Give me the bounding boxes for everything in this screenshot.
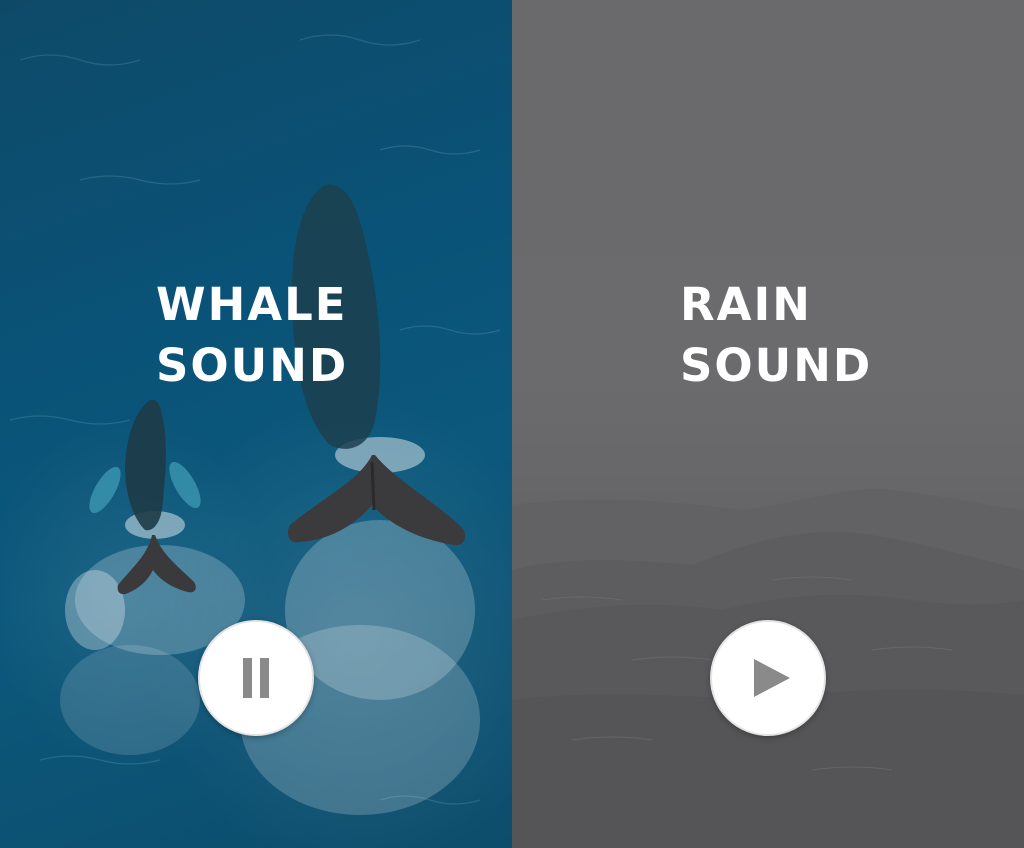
sound-app: WHALE SOUND RAIN SOUND — [0, 0, 1024, 848]
rain-sound-panel[interactable]: RAIN SOUND — [512, 0, 1024, 848]
whale-title-line-1: WHALE — [156, 278, 348, 331]
whale-title-line-2: SOUND — [156, 339, 349, 392]
play-icon — [754, 659, 790, 697]
rain-title-line-2: SOUND — [680, 339, 873, 392]
rain-title-line-1: RAIN — [680, 278, 812, 331]
whale-pause-button[interactable] — [198, 620, 314, 736]
whale-sound-title: WHALE SOUND — [156, 274, 348, 396]
pause-icon — [243, 658, 269, 698]
rain-sound-title: RAIN SOUND — [680, 274, 872, 396]
whale-sound-panel[interactable]: WHALE SOUND — [0, 0, 512, 848]
rain-play-button[interactable] — [710, 620, 826, 736]
